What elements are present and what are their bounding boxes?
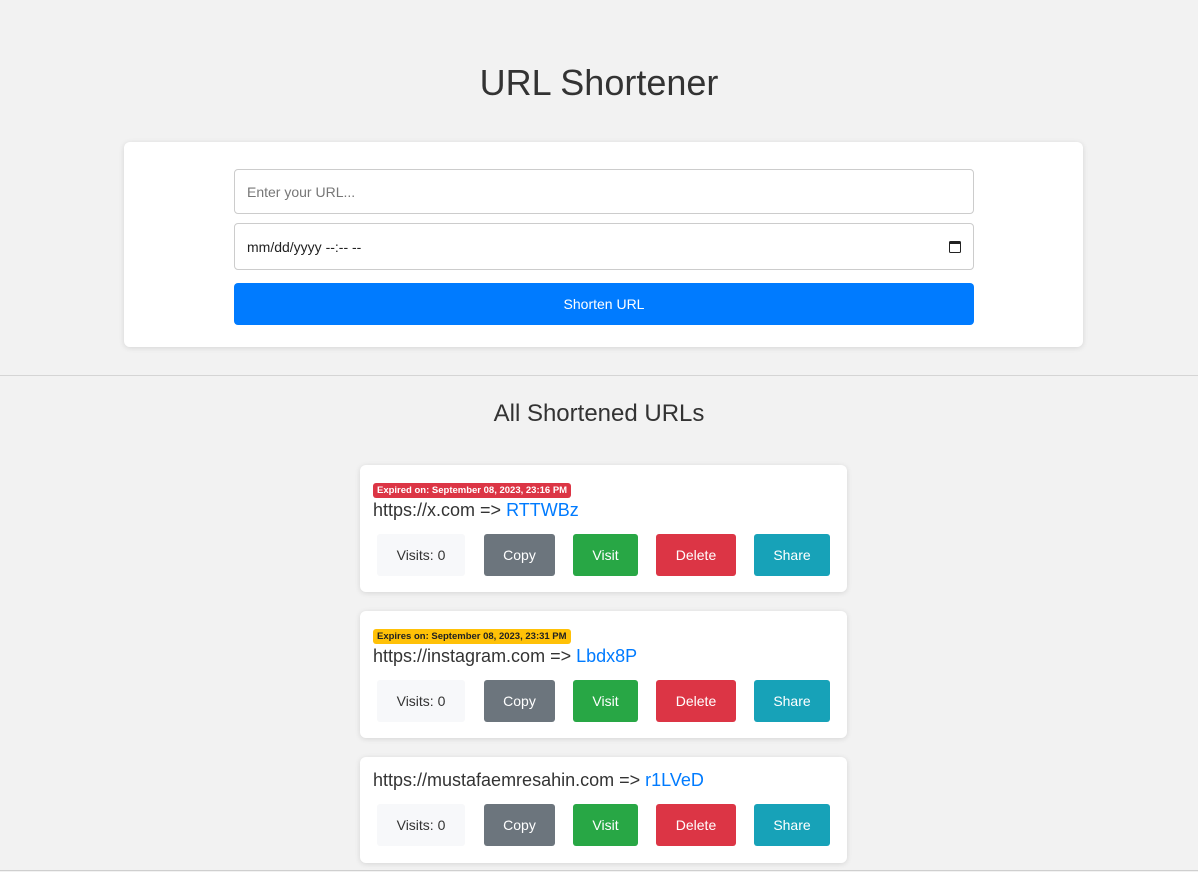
page-bottom-border [0,870,1198,871]
url-card: Expires on: September 08, 2023, 23:31 PM… [360,611,847,738]
url-mapping: https://mustafaemresahin.com => r1LVeD [373,770,704,791]
url-card: https://mustafaemresahin.com => r1LVeD V… [360,757,847,863]
shorten-url-button[interactable]: Shorten URL [234,283,974,325]
original-url: https://instagram.com => [373,646,572,666]
share-button[interactable]: Share [754,680,830,722]
copy-button[interactable]: Copy [484,680,555,722]
visit-button[interactable]: Visit [573,804,638,846]
calendar-icon[interactable] [949,240,961,253]
url-input[interactable] [234,169,974,214]
visits-count: Visits: 0 [377,680,465,722]
visit-button[interactable]: Visit [573,680,638,722]
visits-count: Visits: 0 [377,534,465,576]
short-code-link[interactable]: Lbdx8P [576,646,637,666]
visit-button[interactable]: Visit [573,534,638,576]
delete-button[interactable]: Delete [656,804,736,846]
original-url: https://mustafaemresahin.com => [373,770,641,790]
section-divider [0,375,1198,376]
short-code-link[interactable]: r1LVeD [645,770,704,790]
expires-badge: Expires on: September 08, 2023, 23:31 PM [373,629,571,644]
expired-badge: Expired on: September 08, 2023, 23:16 PM [373,483,572,498]
expiration-date-input[interactable]: mm/dd/yyyy --:-- -- [234,223,974,270]
visits-count: Visits: 0 [377,804,465,846]
delete-button[interactable]: Delete [656,680,736,722]
page-title: URL Shortener [479,62,719,103]
url-card: Expired on: September 08, 2023, 23:16 PM… [360,465,847,592]
shorten-form: mm/dd/yyyy --:-- -- Shorten URL [124,142,1083,347]
date-placeholder: mm/dd/yyyy --:-- -- [247,238,362,255]
share-button[interactable]: Share [754,534,830,576]
section-title: All Shortened URLs [493,400,705,427]
url-mapping: https://x.com => RTTWBz [373,500,579,521]
short-code-link[interactable]: RTTWBz [506,500,579,520]
original-url: https://x.com => [373,500,502,520]
share-button[interactable]: Share [754,804,830,846]
url-mapping: https://instagram.com => Lbdx8P [373,646,637,667]
delete-button[interactable]: Delete [656,534,736,576]
copy-button[interactable]: Copy [484,804,555,846]
copy-button[interactable]: Copy [484,534,555,576]
